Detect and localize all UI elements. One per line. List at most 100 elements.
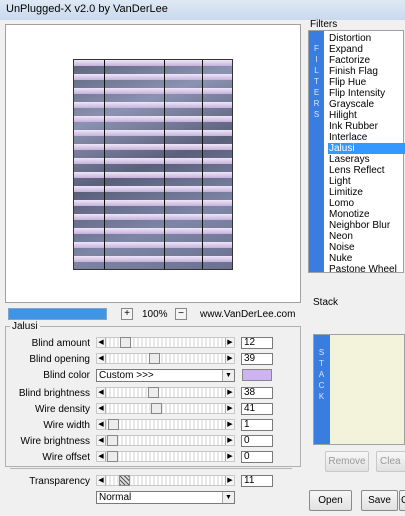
slider-thumb[interactable]: [119, 337, 131, 348]
slider-thumb[interactable]: [151, 403, 163, 414]
slider-thumb[interactable]: [108, 419, 120, 430]
blind-color-select[interactable]: Custom >>> ▼: [96, 369, 235, 382]
parameter-slider[interactable]: ◀ ▶: [96, 353, 235, 364]
blind-slat: [74, 158, 232, 164]
filter-list-item[interactable]: Interlace: [328, 132, 405, 143]
strip-letter: T: [314, 77, 319, 86]
preview-panel[interactable]: [5, 24, 301, 303]
slider-value-field[interactable]: 12: [241, 337, 273, 349]
slider-right-arrow-icon[interactable]: ▶: [225, 404, 234, 413]
slider-right-arrow-icon[interactable]: ▶: [225, 338, 234, 347]
filter-list-item[interactable]: Finish Flag: [328, 66, 405, 77]
slider-value-field[interactable]: 1: [241, 419, 273, 431]
slider-left-arrow-icon[interactable]: ◀: [97, 420, 106, 429]
slider-value-field[interactable]: 0: [241, 451, 273, 463]
blind-slat: [74, 74, 232, 80]
slider-label: Blind opening: [29, 354, 90, 365]
filter-list-item[interactable]: Ink Rubber: [328, 121, 405, 132]
filter-list-item[interactable]: Hilight: [328, 110, 405, 121]
stack-box[interactable]: STACK: [313, 334, 405, 445]
filter-list-item[interactable]: Pastone Wheel: [328, 264, 405, 275]
clear-button[interactable]: Clea: [376, 451, 405, 472]
slider-right-arrow-icon[interactable]: ▶: [225, 452, 234, 461]
filter-list-item[interactable]: Light: [328, 176, 405, 187]
slider-right-arrow-icon[interactable]: ▶: [225, 354, 234, 363]
blind-slat: [74, 242, 232, 248]
website-link[interactable]: www.VanDerLee.com: [200, 309, 295, 320]
strip-letter: S: [313, 110, 320, 119]
filter-list-item[interactable]: Neon: [328, 231, 405, 242]
filter-list-item[interactable]: Flip Hue: [328, 77, 405, 88]
open-button[interactable]: Open: [309, 490, 352, 511]
slider-left-arrow-icon[interactable]: ◀: [97, 436, 106, 445]
strip-letter: A: [318, 370, 325, 379]
filter-list-item[interactable]: Lens Reflect: [328, 165, 405, 176]
slider-value-field[interactable]: 41: [241, 403, 273, 415]
slider-value-field[interactable]: 39: [241, 353, 273, 365]
transparency-slider[interactable]: ◀ ▶: [96, 475, 235, 486]
group-title: Jalusi: [10, 321, 40, 332]
slider-label: Blind amount: [31, 338, 90, 349]
slider-left-arrow-icon[interactable]: ◀: [97, 354, 106, 363]
blind-color-swatch[interactable]: [242, 369, 272, 381]
filter-list-box[interactable]: FILTERS Distortion Expand Factorize Finish …: [308, 30, 405, 275]
slider-left-arrow-icon[interactable]: ◀: [97, 476, 106, 485]
filter-list-item[interactable]: Noise: [328, 242, 405, 253]
progress-bar: [8, 308, 107, 320]
slider-value-field[interactable]: 0: [241, 435, 273, 447]
strip-letter: C: [318, 381, 325, 390]
filter-list-item[interactable]: Factorize: [328, 55, 405, 66]
blind-slat: [74, 60, 232, 66]
filter-list-item[interactable]: Distortion: [328, 33, 405, 44]
blind-slat: [74, 102, 232, 108]
slider-left-arrow-icon[interactable]: ◀: [97, 338, 106, 347]
remove-button[interactable]: Remove: [325, 451, 369, 472]
filter-list-item[interactable]: Monotize: [328, 209, 405, 220]
blind-slat: [74, 186, 232, 192]
filter-list-item[interactable]: Nuke: [328, 253, 405, 264]
slider-thumb[interactable]: [107, 451, 118, 462]
filter-list[interactable]: Distortion Expand Factorize Finish Flag Flip…: [328, 33, 405, 275]
blind-slat: [74, 214, 232, 220]
transparency-thumb[interactable]: [118, 475, 130, 486]
slider-right-arrow-icon[interactable]: ▶: [225, 420, 234, 429]
parameter-slider[interactable]: ◀ ▶: [96, 403, 235, 414]
filter-list-item[interactable]: Flip Intensity: [328, 88, 405, 99]
transparency-value[interactable]: 11: [241, 475, 273, 487]
slider-right-arrow-icon[interactable]: ▶: [225, 436, 234, 445]
parameter-slider[interactable]: ◀ ▶: [96, 337, 235, 348]
slider-thumb[interactable]: [107, 435, 118, 446]
filter-list-item[interactable]: Laserays: [328, 154, 405, 165]
strip-letter: E: [313, 88, 320, 97]
blind-slat: [74, 130, 232, 136]
filter-list-item[interactable]: Limitize: [328, 187, 405, 198]
filter-list-item[interactable]: Jalusi: [328, 143, 405, 154]
parameter-slider[interactable]: ◀ ▶: [96, 419, 235, 430]
blind-slat: [74, 144, 232, 150]
save-button[interactable]: Save: [361, 490, 398, 511]
slider-right-arrow-icon[interactable]: ▶: [225, 388, 234, 397]
filter-list-item[interactable]: Neighbor Blur: [328, 220, 405, 231]
slider-thumb[interactable]: [148, 387, 160, 398]
slider-left-arrow-icon[interactable]: ◀: [97, 388, 106, 397]
parameter-slider[interactable]: ◀ ▶: [96, 451, 235, 462]
slider-right-arrow-icon[interactable]: ▶: [225, 476, 234, 485]
slider-left-arrow-icon[interactable]: ◀: [97, 404, 106, 413]
slider-left-arrow-icon[interactable]: ◀: [97, 452, 106, 461]
filter-list-item[interactable]: Lomo: [328, 198, 405, 209]
strip-letter: S: [318, 348, 325, 357]
transparency-label: Transparency: [29, 476, 90, 487]
parameter-slider[interactable]: ◀ ▶: [96, 387, 235, 398]
title-bar: UnPlugged-X v2.0 by VanDerLee: [0, 0, 405, 20]
cancel-button[interactable]: C: [399, 490, 405, 511]
slider-thumb[interactable]: [149, 353, 161, 364]
parameter-slider[interactable]: ◀ ▶: [96, 435, 235, 446]
zoom-out-button[interactable]: −: [175, 308, 187, 320]
slider-value-field[interactable]: 38: [241, 387, 273, 399]
filter-list-item[interactable]: Grayscale: [328, 99, 405, 110]
zoom-in-button[interactable]: +: [121, 308, 133, 320]
blind-slat: [74, 228, 232, 234]
blend-mode-select[interactable]: Normal ▼: [96, 491, 235, 504]
filter-list-item[interactable]: Expand: [328, 44, 405, 55]
chevron-down-icon: ▼: [222, 370, 234, 381]
